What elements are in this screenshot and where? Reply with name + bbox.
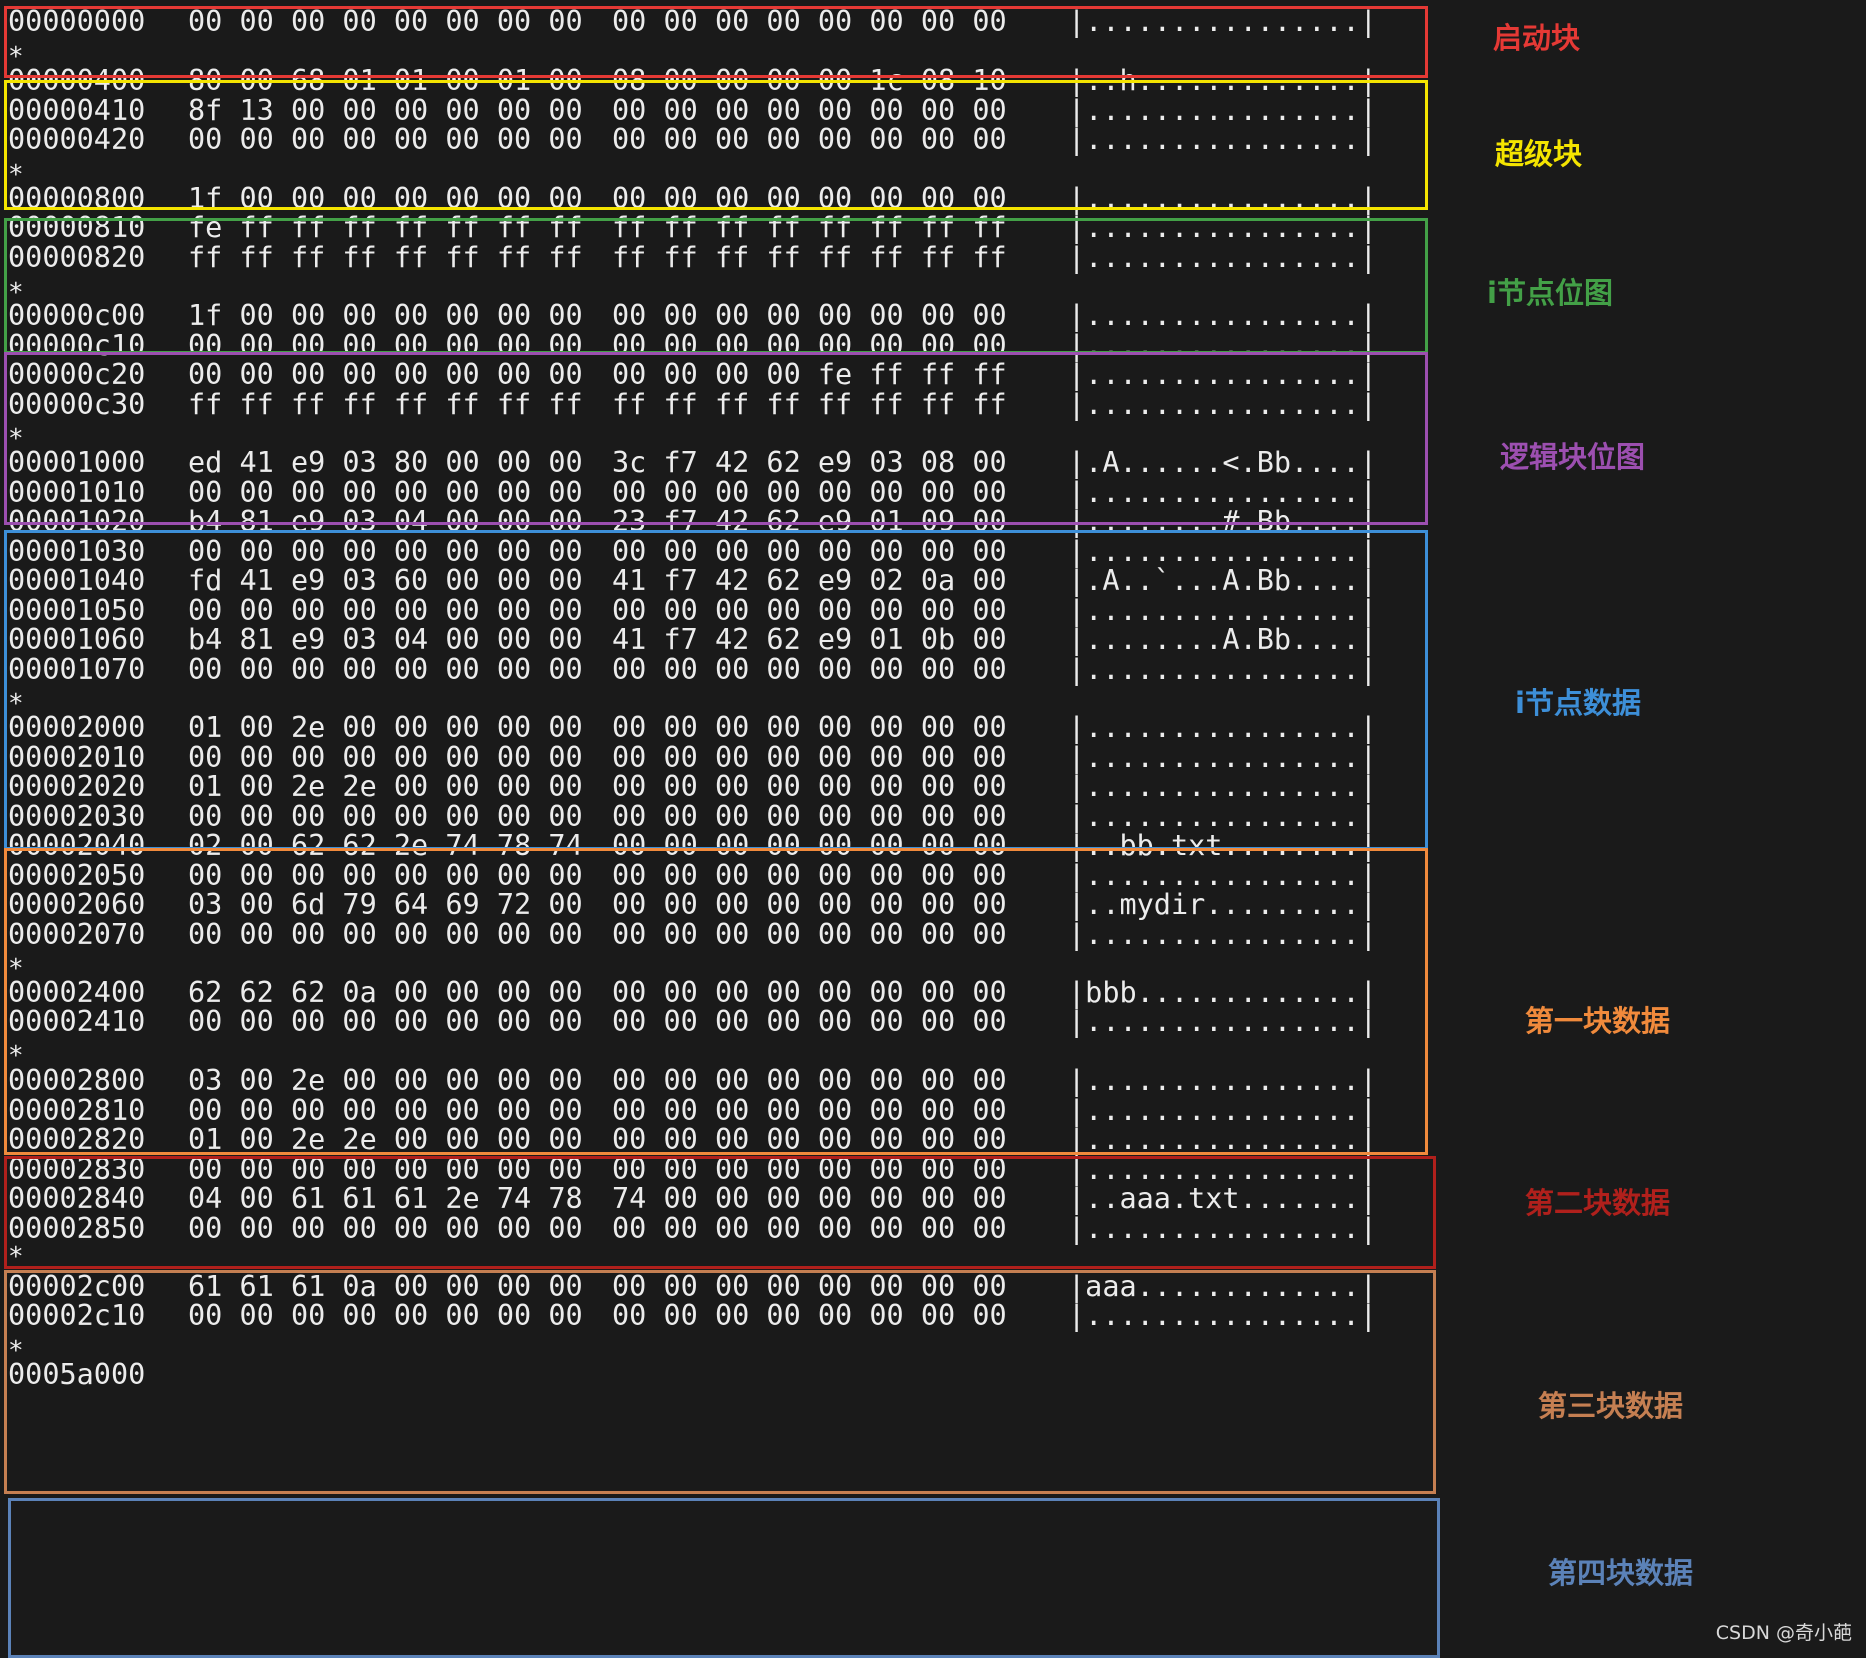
region-label-boot-block: 启动块 [1493, 21, 1581, 55]
region-box-super-block [4, 80, 1428, 210]
region-label-block-4-data: 第四块数据 [1548, 1556, 1694, 1590]
region-box-block-1-data [4, 848, 1428, 1155]
region-label-super-block: 超级块 [1495, 137, 1583, 171]
region-box-block-2-data [4, 1156, 1436, 1269]
terminal-window: 00000000 00 00 00 00 00 00 00 00 00 00 00 … [0, 0, 1866, 1658]
region-label-inode-bitmap: i节点位图 [1487, 276, 1613, 310]
region-label-block-2-data: 第二块数据 [1525, 1186, 1671, 1220]
region-box-block-4-data [8, 1498, 1440, 1658]
region-box-boot-block [4, 6, 1428, 78]
region-label-block-1-data: 第一块数据 [1525, 1004, 1671, 1038]
region-label-inode-data: i节点数据 [1515, 686, 1641, 720]
region-box-inode-data [4, 530, 1428, 850]
region-box-block-bitmap [4, 352, 1428, 525]
region-box-block-3-data [4, 1270, 1436, 1494]
watermark: CSDN @奇小葩 [1715, 1622, 1852, 1644]
region-box-inode-bitmap [4, 218, 1428, 354]
region-label-block-bitmap: 逻辑块位图 [1500, 440, 1646, 474]
region-label-block-3-data: 第三块数据 [1538, 1389, 1684, 1423]
